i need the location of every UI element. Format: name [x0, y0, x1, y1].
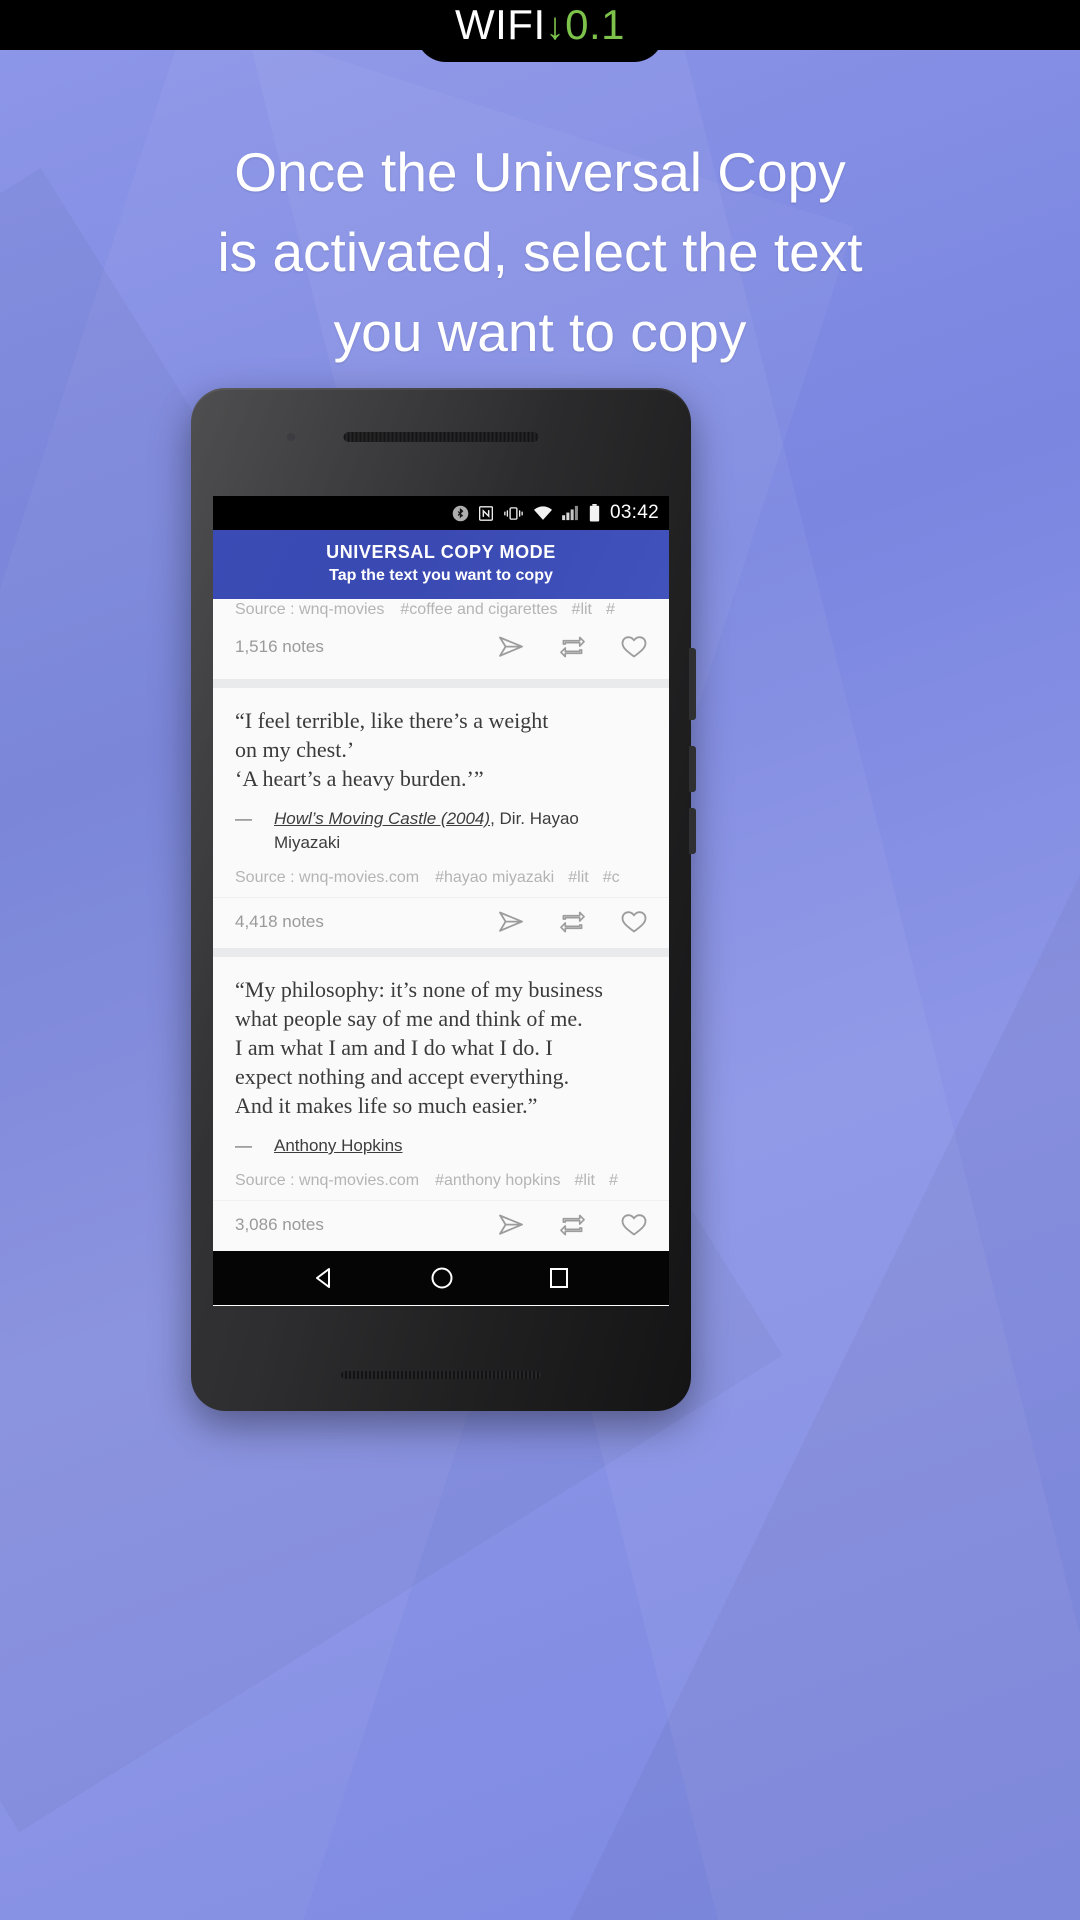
post-footer: 1,516 notes: [213, 623, 669, 673]
post-attribution[interactable]: — Anthony Hopkins: [235, 1134, 647, 1158]
reblog-icon[interactable]: [560, 635, 585, 659]
post-meta: Source : wnq-movies #coffee and cigarette…: [213, 599, 669, 619]
like-icon[interactable]: [621, 910, 647, 934]
post-quote[interactable]: “I feel terrible, like there’s a weight …: [235, 706, 647, 793]
attribution-text[interactable]: Howl’s Moving Castle (2004), Dir. Hayao …: [274, 807, 647, 855]
power-button[interactable]: [689, 648, 696, 720]
quote-line[interactable]: “My philosophy: it’s none of my business: [235, 975, 647, 1004]
wifi-label: WIFI: [454, 1, 546, 48]
android-status-bar: 03:42: [213, 496, 669, 530]
home-icon[interactable]: [429, 1265, 455, 1291]
back-icon[interactable]: [311, 1265, 337, 1291]
headline-line-1: Once the Universal Copy: [234, 141, 846, 203]
promo-screenshot: WIFI↓0.1 Once the Universal Copy is acti…: [0, 0, 1080, 1920]
share-icon[interactable]: [498, 910, 524, 934]
phone-mockup: 03:42 UNIVERSAL COPY MODE Tap the text y…: [191, 388, 696, 1411]
post-meta: Source : wnq-movies.com #hayao miyazaki #l…: [213, 855, 669, 887]
bluetooth-icon: [452, 505, 469, 521]
post-tag[interactable]: #lit: [575, 1172, 595, 1189]
volume-up-button[interactable]: [689, 746, 696, 792]
post-actions: [498, 635, 647, 659]
post-footer: 4,418 notes: [213, 897, 669, 948]
post-notes-count[interactable]: 1,516 notes: [235, 637, 324, 657]
post-actions: [498, 910, 647, 934]
post-body: “My philosophy: it’s none of my business…: [213, 957, 669, 1158]
post-source[interactable]: Source : wnq-movies.com: [235, 869, 419, 886]
post-tag[interactable]: #lit: [572, 601, 592, 618]
share-icon[interactable]: [498, 1213, 524, 1237]
reblog-icon[interactable]: [560, 1213, 585, 1237]
attribution-title[interactable]: Anthony Hopkins: [274, 1136, 403, 1155]
post-tag[interactable]: #anthony hopkins: [435, 1172, 560, 1189]
phone-screen: 03:42 UNIVERSAL COPY MODE Tap the text y…: [213, 496, 669, 1306]
post-notes-count[interactable]: 3,086 notes: [235, 1215, 324, 1235]
share-icon[interactable]: [498, 635, 524, 659]
quote-line[interactable]: “I feel terrible, like there’s a weight: [235, 706, 647, 735]
post-tag[interactable]: #: [609, 1172, 618, 1189]
post-tag[interactable]: #lit: [568, 869, 588, 886]
quote-line[interactable]: I am what I am and I do what I do. I: [235, 1033, 647, 1062]
bottom-speaker: [341, 1371, 541, 1379]
nfc-icon: [478, 505, 493, 521]
post-source[interactable]: Source : wnq-movies.com: [235, 1172, 419, 1189]
quote-line[interactable]: expect nothing and accept everything.: [235, 1062, 647, 1091]
notch-network-indicator: WIFI↓0.1: [455, 2, 625, 50]
quote-line[interactable]: ‘A heart’s a heavy burden.’”: [235, 764, 647, 793]
post-tag[interactable]: #c: [603, 869, 620, 886]
like-icon[interactable]: [621, 1213, 647, 1237]
post-actions: [498, 1213, 647, 1237]
table-row[interactable]: “My philosophy: it’s none of my business…: [213, 957, 669, 1251]
quote-line[interactable]: And it makes life so much easier.”: [235, 1091, 647, 1120]
table-row[interactable]: Source : wnq-movies #coffee and cigarette…: [213, 599, 669, 679]
battery-icon: [589, 504, 600, 522]
recents-icon[interactable]: [547, 1265, 571, 1291]
post-tag[interactable]: #: [606, 601, 615, 618]
table-row[interactable]: “I feel terrible, like there’s a weight …: [213, 688, 669, 948]
attribution-dash: —: [235, 809, 252, 828]
page-title: Once the Universal Copy is activated, se…: [0, 132, 1080, 372]
like-icon[interactable]: [621, 635, 647, 659]
post-body: “I feel terrible, like there’s a weight …: [213, 688, 669, 855]
quote-line[interactable]: on my chest.’: [235, 735, 647, 764]
cellular-signal-icon: [562, 505, 578, 521]
reblog-icon[interactable]: [560, 910, 585, 934]
android-nav-bar: [213, 1251, 669, 1305]
post-meta: Source : wnq-movies.com #anthony hopkins #…: [213, 1158, 669, 1190]
app-bar-title: UNIVERSAL COPY MODE: [326, 542, 556, 562]
status-clock: 03:42: [609, 502, 659, 523]
post-notes-count[interactable]: 4,418 notes: [235, 912, 324, 932]
attribution-dash: —: [235, 1136, 252, 1155]
post-attribution[interactable]: — Howl’s Moving Castle (2004), Dir. Haya…: [235, 807, 647, 855]
app-bar-subtitle: Tap the text you want to copy: [329, 567, 553, 584]
post-feed: Source : wnq-movies #coffee and cigarette…: [213, 599, 669, 1251]
headline-line-2: is activated, select the text: [217, 221, 863, 283]
post-quote[interactable]: “My philosophy: it’s none of my business…: [235, 975, 647, 1120]
headline-line-3: you want to copy: [333, 301, 747, 363]
front-camera-icon: [287, 433, 295, 441]
post-source[interactable]: Source : wnq-movies: [235, 601, 384, 618]
post-footer: 3,086 notes: [213, 1200, 669, 1251]
vibrate-icon: [504, 506, 523, 520]
app-bar: UNIVERSAL COPY MODE Tap the text you wan…: [213, 530, 669, 599]
quote-line[interactable]: what people say of me and think of me.: [235, 1004, 647, 1033]
network-speed-value: 0.1: [565, 1, 626, 48]
device-notch: WIFI↓0.1: [416, 0, 664, 62]
volume-down-button[interactable]: [689, 808, 696, 854]
post-tag[interactable]: #hayao miyazaki: [435, 869, 554, 886]
attribution-text[interactable]: Anthony Hopkins: [274, 1134, 403, 1158]
wifi-icon: [533, 506, 552, 520]
arrow-down-icon: ↓: [545, 6, 566, 48]
attribution-title[interactable]: Howl’s Moving Castle (2004): [274, 809, 490, 828]
earpiece-speaker: [343, 432, 539, 442]
post-tag[interactable]: #coffee and cigarettes: [400, 601, 557, 618]
